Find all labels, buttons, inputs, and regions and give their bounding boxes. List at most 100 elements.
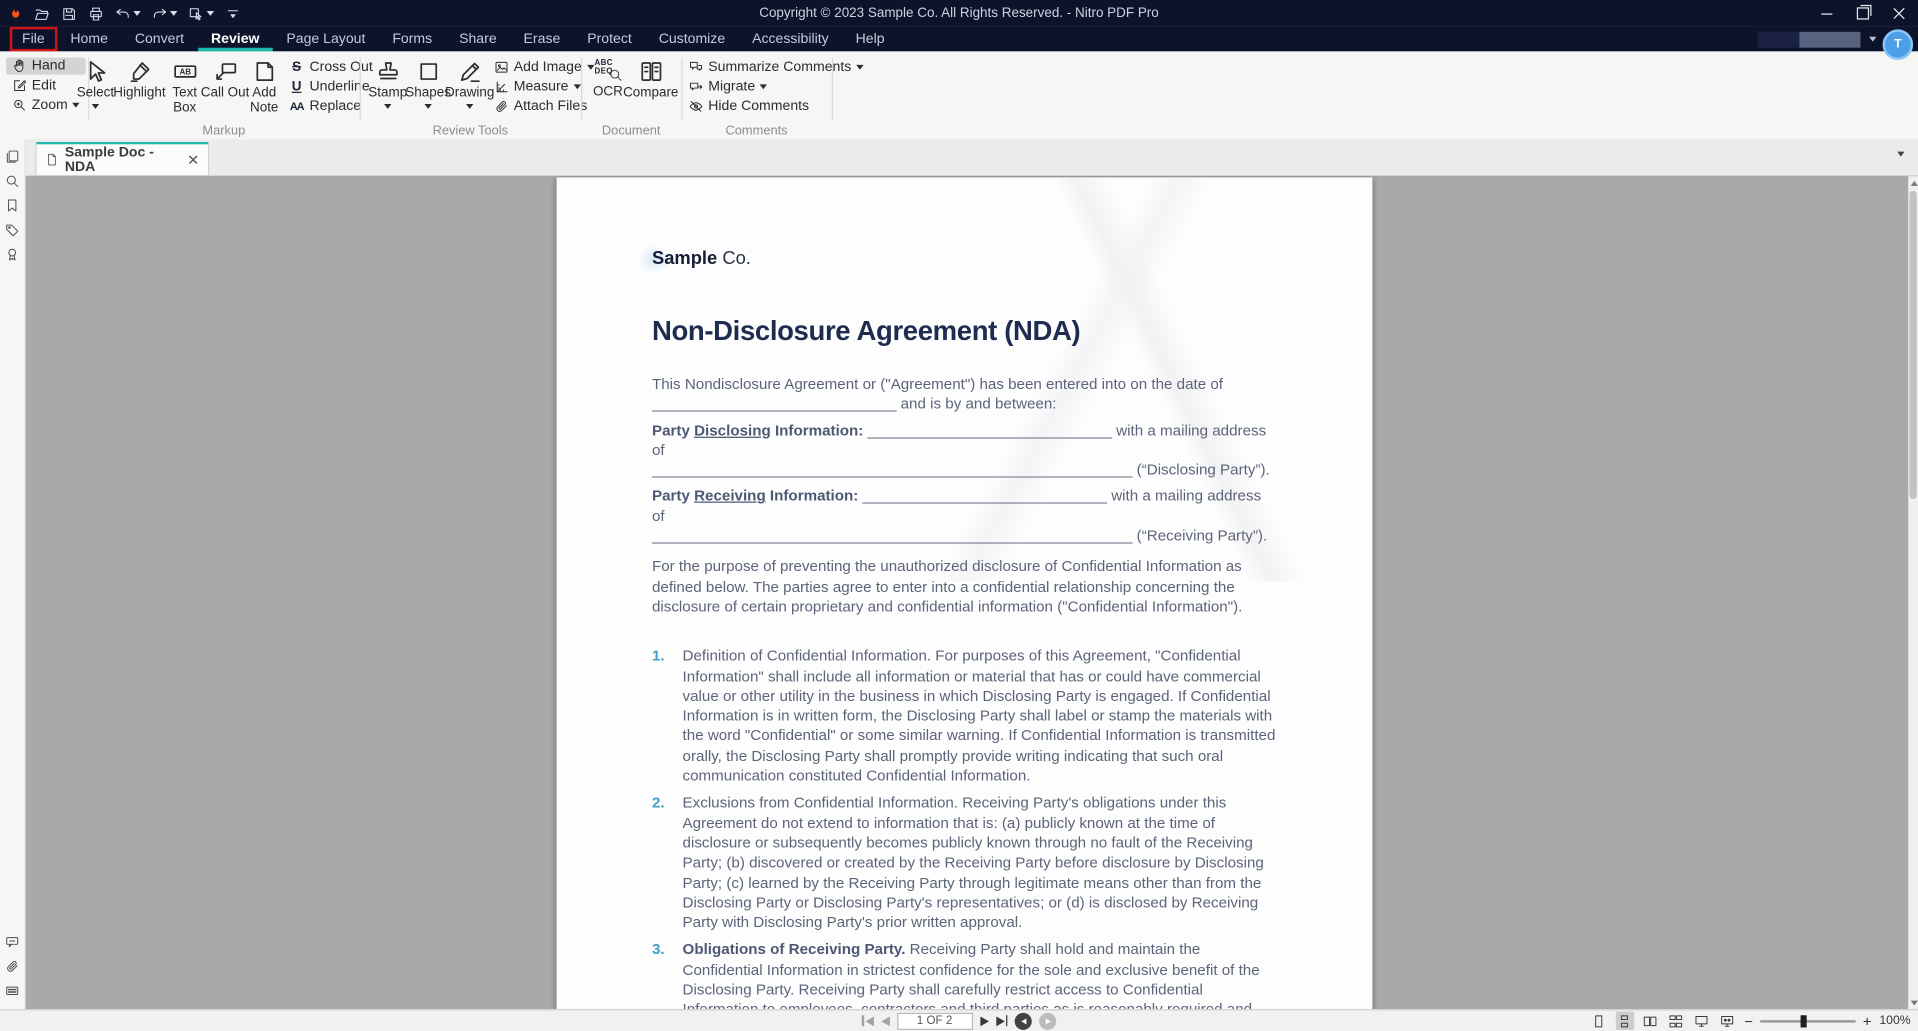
save-icon[interactable] <box>61 6 77 22</box>
open-file-icon[interactable] <box>34 6 50 22</box>
list-item-text: Obligations of Receiving Party. Receivin… <box>683 940 1277 1010</box>
chevron-down-icon[interactable] <box>384 103 392 109</box>
menu-forms[interactable]: Forms <box>379 27 446 51</box>
chevron-down-icon[interactable] <box>91 103 100 109</box>
list-item-text: Exclusions from Confidential Information… <box>683 793 1277 933</box>
tab-list-chevron-icon[interactable] <box>1897 151 1905 157</box>
output-panel-icon[interactable] <box>5 983 20 998</box>
menu-customize[interactable]: Customize <box>645 27 738 51</box>
compare-button[interactable]: Compare <box>623 59 678 101</box>
bookmarks-panel-icon[interactable] <box>5 198 20 213</box>
migrate-button[interactable]: Migrate <box>689 80 864 94</box>
pointer-square-icon <box>189 7 202 20</box>
zoom-slider-thumb[interactable] <box>1800 1014 1807 1027</box>
drawing-button[interactable]: Drawing <box>445 59 494 109</box>
menu-erase[interactable]: Erase <box>510 27 574 51</box>
menu-protect[interactable]: Protect <box>574 27 645 51</box>
close-button[interactable] <box>1881 0 1918 27</box>
chevron-down-icon[interactable] <box>206 11 215 16</box>
last-page-button[interactable] <box>995 1015 1008 1027</box>
customize-quick-access-button[interactable] <box>225 6 241 22</box>
menu-help[interactable]: Help <box>842 27 898 51</box>
facing-pages-view-button[interactable] <box>1642 1012 1660 1030</box>
chevron-down-icon[interactable] <box>1869 36 1877 42</box>
pages-panel-icon[interactable] <box>5 149 20 164</box>
history-forward-button[interactable] <box>1039 1012 1057 1030</box>
list-item: 3. Obligations of Receiving Party. Recei… <box>652 940 1277 1010</box>
tab-close-icon[interactable]: ✕ <box>187 151 199 168</box>
document-tab[interactable]: Sample Doc - NDA ✕ <box>35 141 210 175</box>
chevron-down-icon[interactable] <box>760 84 768 90</box>
search-input[interactable] <box>1757 31 1861 48</box>
tab-label: Sample Doc - NDA <box>64 144 154 175</box>
menu-review[interactable]: Review <box>198 27 273 51</box>
intro-line1: This Nondisclosure Agreement or ("Agreem… <box>651 375 1224 393</box>
hide-comments-button[interactable]: Hide Comments <box>689 99 864 114</box>
continuous-view-button[interactable] <box>1615 1011 1635 1030</box>
list-item-body: Definition of Confidential Information. … <box>682 647 1276 785</box>
previous-page-button[interactable] <box>880 1015 890 1026</box>
fullscreen-view-button[interactable] <box>1693 1012 1711 1030</box>
chevron-down-icon[interactable] <box>466 103 474 109</box>
next-page-button[interactable] <box>979 1015 989 1026</box>
first-page-icon <box>864 1015 874 1026</box>
avatar[interactable]: T <box>1882 28 1914 60</box>
undo-button[interactable] <box>115 6 141 22</box>
signatures-panel-icon[interactable] <box>5 247 20 262</box>
markup-group-label: Markup <box>202 123 246 139</box>
highlight-button[interactable]: Highlight <box>113 59 166 101</box>
presenter-view-button[interactable] <box>1719 1012 1737 1030</box>
ribbon-separator <box>581 57 583 120</box>
attachments-panel-icon[interactable] <box>5 959 20 974</box>
zoom-slider[interactable] <box>1760 1014 1856 1027</box>
search-left-segment <box>1757 31 1800 48</box>
comments-small-column: Summarize Comments Migrate Hide Comments <box>689 60 864 114</box>
menu-home[interactable]: Home <box>57 27 121 51</box>
measure-button[interactable]: Measure <box>494 80 594 94</box>
chevron-down-icon[interactable] <box>856 64 864 70</box>
zoom-out-button[interactable]: − <box>1744 1012 1753 1029</box>
chevron-down-icon[interactable] <box>170 11 178 16</box>
minimize-button[interactable] <box>1808 0 1845 27</box>
first-page-button[interactable] <box>861 1015 874 1027</box>
review-tools-group-label: Review Tools <box>432 123 509 139</box>
document-area[interactable]: Sample Co. Non-Disclosure Agreement (NDA… <box>25 176 1918 1011</box>
history-back-button[interactable] <box>1014 1012 1032 1030</box>
scroll-up-icon[interactable] <box>1910 181 1918 186</box>
comments-panel-icon[interactable] <box>5 935 20 950</box>
menubar: File Home Convert Review Page Layout For… <box>0 26 1918 60</box>
single-page-view-button[interactable] <box>1590 1012 1608 1030</box>
menu-file[interactable]: File <box>9 26 57 52</box>
pointer-tool-button[interactable] <box>188 6 215 22</box>
menubar-right: T <box>1757 27 1918 60</box>
redo-button[interactable] <box>152 6 178 22</box>
window-title: Copyright © 2023 Sample Co. All Rights R… <box>759 6 1159 21</box>
scrollbar-thumb[interactable] <box>1909 190 1917 500</box>
menu-accessibility[interactable]: Accessibility <box>739 27 843 51</box>
summarize-comments-button[interactable]: Summarize Comments <box>689 60 864 75</box>
select-cursor-icon <box>89 61 105 82</box>
pdf-page[interactable]: Sample Co. Non-Disclosure Agreement (NDA… <box>556 177 1373 1011</box>
menu-share[interactable]: Share <box>446 27 510 51</box>
tags-panel-icon[interactable] <box>5 223 20 238</box>
facing-continuous-view-button[interactable] <box>1667 1012 1685 1030</box>
zoom-in-button[interactable]: + <box>1863 1012 1872 1029</box>
chevron-down-icon[interactable] <box>424 103 432 109</box>
chevron-down-icon[interactable] <box>573 84 581 90</box>
eye-slash-icon <box>689 101 703 112</box>
menu-convert[interactable]: Convert <box>121 27 197 51</box>
chevron-down-icon[interactable] <box>133 11 141 16</box>
ribbon-separator <box>359 57 361 120</box>
scroll-down-icon[interactable] <box>1910 1000 1918 1006</box>
add-image-button[interactable]: Add Image <box>494 60 595 75</box>
attach-files-button[interactable]: Attach Files <box>494 99 594 114</box>
drawing-pencil-icon <box>460 62 480 83</box>
vertical-scrollbar[interactable] <box>1908 176 1918 1011</box>
print-icon[interactable] <box>88 6 104 22</box>
add-note-button[interactable]: Add Note <box>240 59 289 115</box>
restore-button[interactable] <box>1845 0 1882 27</box>
menu-page-layout[interactable]: Page Layout <box>273 27 379 51</box>
search-panel-icon[interactable] <box>5 174 20 189</box>
stamp-label: Stamp <box>368 85 408 101</box>
page-indicator[interactable]: 1 OF 2 <box>896 1012 973 1030</box>
